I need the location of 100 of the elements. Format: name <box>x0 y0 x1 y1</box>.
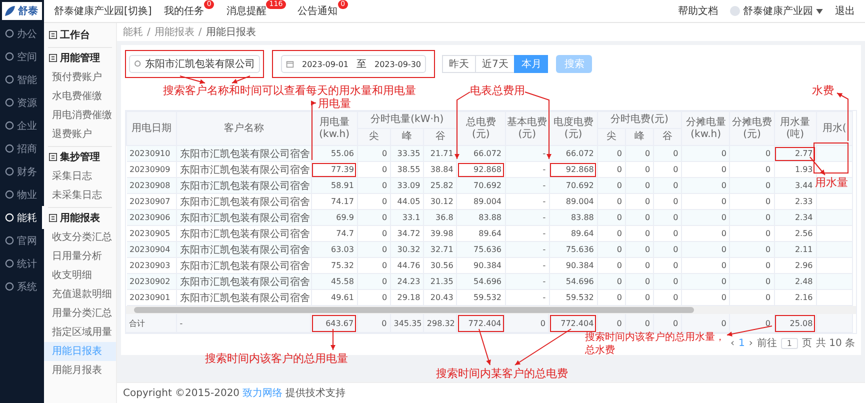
date-range-button[interactable]: 昨天 <box>442 55 476 73</box>
circle-icon <box>5 190 14 199</box>
breadcrumb-item[interactable]: 能耗 <box>123 25 143 39</box>
table-cell: 69.9 <box>311 210 358 226</box>
table-cell: 33.09 <box>390 178 424 194</box>
nav-item[interactable]: 财务 <box>0 160 44 183</box>
table-cell: 0 <box>654 178 682 194</box>
table-cell: 55.06 <box>311 146 358 162</box>
total-cell: 0 <box>653 314 682 332</box>
top-link[interactable]: 公告通知 <box>298 4 338 18</box>
table-cell: 0 <box>654 146 682 162</box>
nav-item[interactable]: 招商 <box>0 137 44 160</box>
submenu-item[interactable]: 日用量分析 <box>44 247 116 266</box>
breadcrumb-separator: / <box>147 26 150 38</box>
submenu-item[interactable]: 采集日志 <box>44 167 116 186</box>
help-link[interactable]: 帮助文档 <box>678 4 718 18</box>
table-cell: - <box>505 146 550 162</box>
breadcrumb-item: 用能日报表 <box>206 26 256 39</box>
table-cell: 0 <box>682 178 730 194</box>
date-range-field[interactable]: 2023-09-01 至 2023-09-30 <box>281 55 426 73</box>
top-link[interactable]: 消息提醒 <box>226 4 266 18</box>
annotation-arrow <box>311 100 316 160</box>
table-cell: 33.1 <box>390 210 424 226</box>
annotation-text: 用电量 <box>318 97 351 110</box>
nav-item[interactable]: 官网 <box>0 229 44 252</box>
table-cell: 25.82 <box>424 178 457 194</box>
table-cell: 77.39 <box>311 162 358 178</box>
submenu-item[interactable]: 充值退款明细 <box>44 285 116 304</box>
previous-page-button[interactable]: ‹ <box>730 338 734 348</box>
calendar-icon <box>286 60 294 68</box>
menu-group-title[interactable]: 工作台 <box>60 28 90 42</box>
table-cell: 83.88 <box>456 210 506 226</box>
date-range-button[interactable]: 近7天 <box>475 55 516 73</box>
page-input[interactable]: 1 <box>780 338 798 348</box>
table-cell: 东阳市汇凯包装有限公司宿舍 <box>176 146 312 162</box>
submenu-item[interactable]: 收支分类汇总 <box>44 228 116 247</box>
circle-icon <box>5 121 14 130</box>
nav-item[interactable]: 企业 <box>0 114 44 137</box>
total-cell: 合计 <box>126 314 176 332</box>
table-cell: 0 <box>730 242 774 258</box>
submenu-item[interactable]: 退费账户 <box>44 125 116 144</box>
table-cell: 92.868 <box>456 162 506 178</box>
switch-link[interactable]: [切换] <box>124 4 152 18</box>
nav-item[interactable]: 办公 <box>0 22 44 45</box>
table-cell: 0 <box>597 210 626 226</box>
table-cell: 2.48 <box>774 274 816 290</box>
page-unit-label: 页 <box>802 337 812 350</box>
total-cell: 772.404 <box>456 314 505 332</box>
table-cell: 东阳市汇凯包装有限公司宿舍 <box>176 242 312 258</box>
next-page-button[interactable]: › <box>748 338 753 348</box>
table-cell: 63.03 <box>311 242 358 258</box>
table-cell: 0 <box>654 242 682 258</box>
total-cell: 345.35 <box>390 314 424 332</box>
circle-icon <box>5 98 14 107</box>
caret-icon <box>816 8 823 14</box>
circle-icon <box>5 144 14 153</box>
list-icon <box>49 214 57 222</box>
submenu-item[interactable]: 指定区域用量 <box>44 323 116 342</box>
column-header: 尖 <box>357 128 391 146</box>
submenu-item[interactable]: 用能月报表 <box>44 361 116 380</box>
column-header: 分时电费(元) <box>597 112 682 128</box>
customer-search-field[interactable]: 东阳市汇凯包装有限公司 <box>129 55 260 73</box>
annotation-text: 搜索客户名称和时间可以查看每天的用水量和用电量 <box>163 84 416 97</box>
table-cell: 0 <box>625 146 654 162</box>
total-cell: 643.67 <box>310 314 358 332</box>
logout-link[interactable]: 退出 <box>835 4 855 18</box>
table-cell: 75.636 <box>549 242 598 258</box>
table-cell: 0 <box>625 178 654 194</box>
circle-icon <box>5 213 14 222</box>
top-link[interactable]: 我的任务 <box>164 4 204 18</box>
horizontal-scrollbar[interactable] <box>126 306 856 314</box>
column-header: 分时电量(kW·h) <box>357 112 457 128</box>
nav-item[interactable]: 智能 <box>0 68 44 91</box>
table-cell: 东阳市汇凯包装有限公司宿舍 <box>176 178 312 194</box>
total-cell: 0 <box>597 314 626 332</box>
submenu-item[interactable]: 水电费催缴 <box>44 87 116 106</box>
table-cell: 30.32 <box>390 242 424 258</box>
annotation-text: 搜索时间内该客户的总用水量，总水费 <box>585 331 725 357</box>
breadcrumb-item[interactable]: 用能报表 <box>154 25 194 39</box>
column-header: 峰 <box>390 128 424 146</box>
table-cell: 20230902 <box>126 274 177 290</box>
nav-item[interactable]: 物业 <box>0 183 44 206</box>
menu-group-title: 用能报表 <box>60 212 100 225</box>
submenu-item[interactable]: 用量分类汇总 <box>44 304 116 323</box>
nav-item[interactable]: 资源 <box>0 91 44 114</box>
nav-item[interactable]: 系统 <box>0 275 44 298</box>
table-cell: 0 <box>597 274 626 290</box>
nav-item[interactable]: 空间 <box>0 45 44 68</box>
nav-item[interactable]: 统计 <box>0 252 44 275</box>
total-cell: 0 <box>504 314 549 332</box>
table-cell: - <box>505 242 550 258</box>
table-cell: 83.88 <box>549 210 598 226</box>
submenu-item[interactable]: 用电消费催缴 <box>44 106 116 125</box>
submenu-item[interactable]: 预付费账户 <box>44 68 116 87</box>
submenu-item[interactable]: 收支明细 <box>44 266 116 285</box>
annotation-text: 电表总费用 <box>470 84 525 97</box>
circle-icon <box>5 282 14 291</box>
submenu-item[interactable]: 未采集日志 <box>44 186 116 205</box>
search-icon <box>134 60 142 68</box>
user-menu[interactable]: 舒泰健康产业园 <box>743 4 813 18</box>
